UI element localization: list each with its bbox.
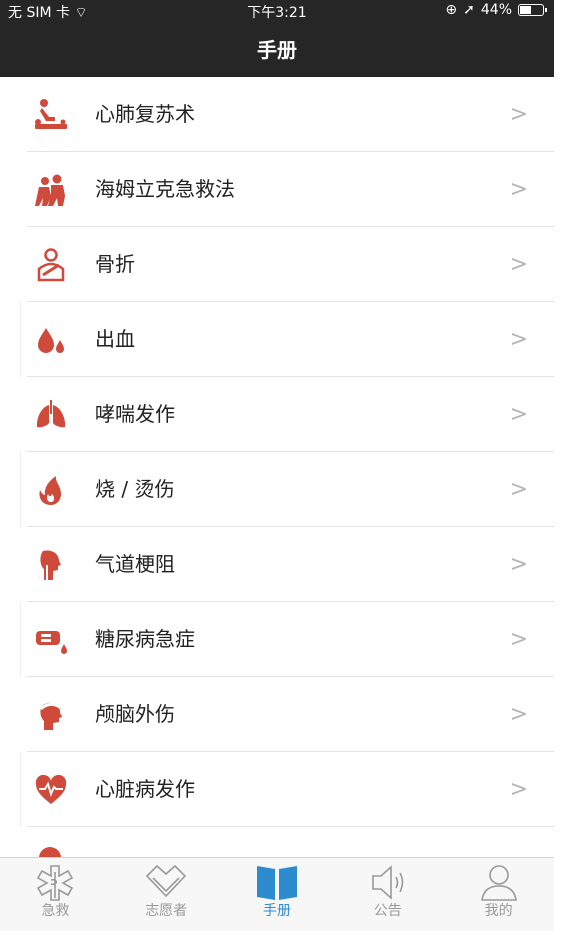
list-item-heart-attack[interactable]: 心脏病发作 > <box>0 752 554 827</box>
list-item-label: 出血 <box>95 327 135 351</box>
list-item-label: 颅脑外伤 <box>95 702 175 726</box>
chevron-right-icon: > <box>509 252 528 277</box>
list-item-label: 糖尿病急症 <box>95 627 195 651</box>
list-item-label: 海姆立克急救法 <box>95 177 235 201</box>
list-item-label: 烧 / 烫伤 <box>95 477 175 501</box>
status-right: ⊕ ➚ 44% <box>445 2 547 18</box>
left-edge-mark <box>20 752 21 827</box>
tab-manual[interactable]: 手册 <box>222 858 333 931</box>
list-item-label: 心脏病发作 <box>95 777 195 801</box>
list-item-fracture[interactable]: 骨折 > <box>0 227 554 302</box>
chevron-right-icon: > <box>509 402 528 427</box>
list-item-bleeding[interactable]: 出血 > <box>0 302 554 377</box>
chevron-right-icon: > <box>509 327 528 352</box>
list-item-diabetes[interactable]: 糖尿病急症 > <box>0 602 554 677</box>
location-icon: ➚ <box>463 2 475 18</box>
chevron-right-icon: > <box>509 552 528 577</box>
person-icon <box>480 865 517 901</box>
chevron-right-icon: > <box>509 477 528 502</box>
chevron-right-icon: > <box>509 102 528 127</box>
tab-emergency[interactable]: 急救 <box>0 858 111 931</box>
tab-bar: 急救 志愿者 手册 公告 我的 <box>0 857 554 931</box>
list-item-heimlich[interactable]: 海姆立克急救法 > <box>0 152 554 227</box>
list-item-label: 哮喘发作 <box>95 402 175 426</box>
tab-label: 急救 <box>41 903 70 919</box>
list-item-cpr[interactable]: 心肺复苏术 > <box>0 77 554 152</box>
lock-rotation-icon: ⊕ <box>445 2 458 18</box>
tab-announcements[interactable]: 公告 <box>332 858 443 931</box>
tab-label: 公告 <box>373 903 402 919</box>
list-item-label: 气道梗阻 <box>95 552 175 576</box>
tab-label: 志愿者 <box>145 903 188 919</box>
glucose-icon <box>30 602 72 677</box>
left-edge-mark <box>20 452 21 527</box>
status-bar: 无 SIM 卡 ⌔ 下午3:21 ⊕ ➚ 44% <box>0 0 554 22</box>
list-item-label: 骨折 <box>95 252 135 276</box>
tab-label: 我的 <box>484 903 513 919</box>
heart-pulse-icon <box>30 752 72 827</box>
lungs-icon <box>30 377 72 452</box>
fracture-icon <box>30 227 72 302</box>
book-icon <box>256 866 297 900</box>
heimlich-icon <box>30 152 72 227</box>
head-injury-icon <box>30 677 72 752</box>
list-item-asthma[interactable]: 哮喘发作 > <box>0 377 554 452</box>
manual-list: 心肺复苏术 > 海姆立克急救法 > 骨折 > 出血 > 哮喘发作 > 烧 / 烫… <box>0 77 554 827</box>
right-gutter <box>554 0 566 931</box>
airway-icon <box>30 527 72 602</box>
speaker-icon <box>371 865 404 900</box>
flame-icon <box>30 452 72 527</box>
chevron-right-icon: > <box>509 777 528 802</box>
emergency-star-icon <box>37 865 74 901</box>
list-item-label: 心肺复苏术 <box>95 102 195 126</box>
list-item-head-injury[interactable]: 颅脑外伤 > <box>0 677 554 752</box>
battery-icon <box>518 4 547 16</box>
heart-outline-icon <box>146 864 187 898</box>
list-item-burns[interactable]: 烧 / 烫伤 > <box>0 452 554 527</box>
battery-percent: 44% <box>480 2 512 18</box>
tab-profile[interactable]: 我的 <box>443 858 554 931</box>
divider <box>27 826 554 827</box>
cpr-icon <box>30 77 72 152</box>
list-item-airway[interactable]: 气道梗阻 > <box>0 527 554 602</box>
blood-drop-icon <box>30 302 72 377</box>
tab-volunteer[interactable]: 志愿者 <box>111 858 222 931</box>
page-title: 手册 <box>257 38 297 62</box>
chevron-right-icon: > <box>509 627 528 652</box>
tab-label: 手册 <box>262 903 291 919</box>
left-edge-mark <box>20 302 21 377</box>
left-edge-mark <box>20 602 21 677</box>
chevron-right-icon: > <box>509 177 528 202</box>
chevron-right-icon: > <box>509 702 528 727</box>
top-bar: 无 SIM 卡 ⌔ 下午3:21 ⊕ ➚ 44% 手册 <box>0 0 554 77</box>
next-row-icon-peek <box>35 843 65 857</box>
